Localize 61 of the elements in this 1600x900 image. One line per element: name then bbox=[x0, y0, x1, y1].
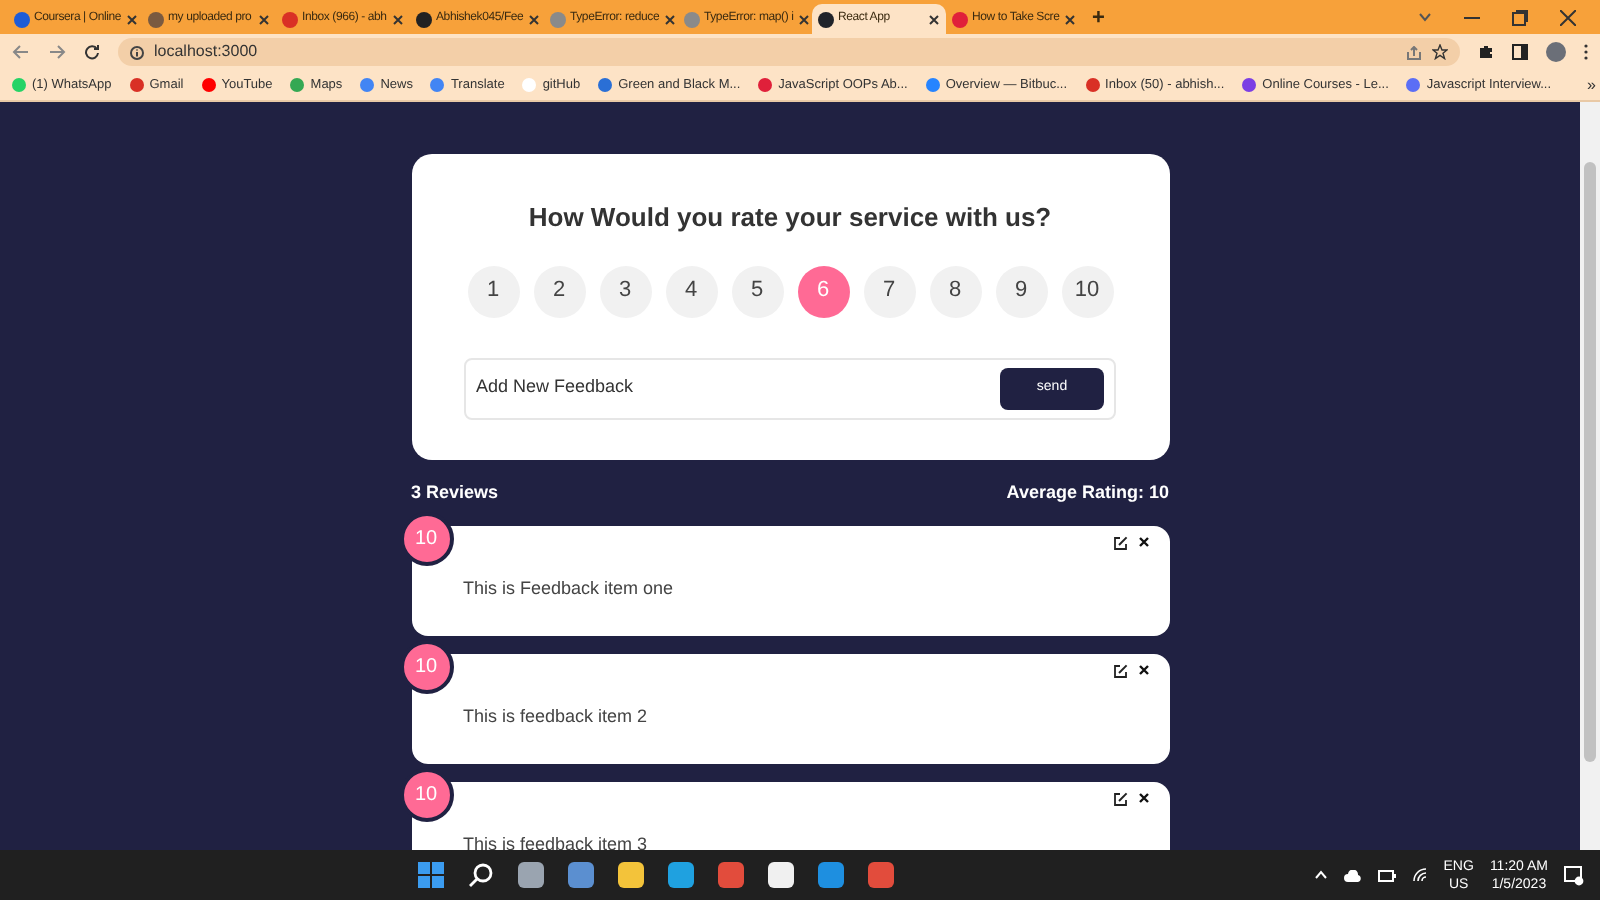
close-icon[interactable] bbox=[663, 13, 676, 25]
url-text: localhost:3000 bbox=[154, 40, 260, 64]
rating-option[interactable]: 7 bbox=[863, 265, 915, 317]
rating-option[interactable]: 10 bbox=[1061, 265, 1113, 317]
star-icon[interactable] bbox=[1432, 44, 1448, 60]
windows-logo-icon[interactable] bbox=[418, 862, 445, 888]
new-tab-button[interactable]: + bbox=[1080, 4, 1117, 34]
close-icon[interactable] bbox=[928, 13, 940, 25]
back-arrow-icon[interactable] bbox=[12, 44, 30, 60]
search-icon[interactable] bbox=[468, 862, 495, 888]
rating-option[interactable]: 9 bbox=[995, 265, 1047, 317]
close-icon[interactable] bbox=[392, 13, 404, 25]
rating-option[interactable]: 2 bbox=[533, 265, 585, 317]
app-icon[interactable] bbox=[768, 862, 795, 888]
close-icon[interactable] bbox=[1137, 664, 1149, 676]
info-icon bbox=[130, 45, 144, 59]
battery-icon[interactable] bbox=[1377, 869, 1396, 881]
edit-icon[interactable] bbox=[1113, 663, 1127, 677]
cloud-icon[interactable] bbox=[1343, 869, 1362, 881]
app-icon[interactable] bbox=[618, 862, 645, 888]
close-icon[interactable] bbox=[1137, 536, 1149, 548]
close-icon[interactable] bbox=[1063, 13, 1076, 25]
rating-option[interactable]: 1 bbox=[467, 265, 519, 317]
review-count: 3 Reviews bbox=[411, 480, 499, 506]
feedback-text: This is Feedback item one bbox=[463, 577, 674, 597]
chevron-down-icon[interactable] bbox=[1418, 12, 1432, 22]
rating-badge: 10 bbox=[399, 639, 453, 693]
app-icon[interactable] bbox=[518, 862, 545, 888]
share-icon[interactable] bbox=[1406, 45, 1422, 59]
rating-badge: 10 bbox=[399, 767, 453, 821]
edit-icon[interactable] bbox=[1113, 791, 1127, 805]
close-icon[interactable] bbox=[258, 13, 270, 25]
chevron-up-icon[interactable] bbox=[1313, 870, 1328, 880]
forward-arrow-icon[interactable] bbox=[48, 44, 66, 60]
wifi-icon[interactable] bbox=[1411, 868, 1428, 882]
minimize-icon[interactable] bbox=[1464, 15, 1480, 19]
average-rating: Average Rating: 10 bbox=[1006, 480, 1169, 506]
scrollbar[interactable] bbox=[1580, 102, 1600, 850]
rating-option[interactable]: 8 bbox=[929, 265, 981, 317]
close-icon[interactable] bbox=[1560, 9, 1576, 25]
profile-avatar[interactable] bbox=[1546, 42, 1566, 62]
card-title: How Would you rate your service with us? bbox=[528, 200, 1052, 236]
rating-option[interactable]: 5 bbox=[731, 265, 783, 317]
feedback-text: This is feedback item 2 bbox=[463, 705, 648, 725]
edit-icon[interactable] bbox=[1113, 535, 1127, 549]
close-icon[interactable] bbox=[797, 13, 810, 25]
side-panel-icon[interactable] bbox=[1512, 44, 1528, 60]
rating-option[interactable]: 4 bbox=[665, 265, 717, 317]
puzzle-icon[interactable] bbox=[1478, 44, 1494, 60]
notification-icon[interactable] bbox=[1564, 865, 1584, 885]
close-icon[interactable] bbox=[1137, 792, 1149, 804]
more-bookmarks-button[interactable]: » bbox=[1587, 73, 1596, 97]
close-icon[interactable] bbox=[125, 13, 138, 25]
address-bar[interactable]: localhost:3000 bbox=[118, 38, 1460, 66]
app-icon[interactable] bbox=[668, 862, 695, 888]
rating-option[interactable]: 3 bbox=[599, 265, 651, 317]
restore-icon[interactable] bbox=[1512, 9, 1528, 25]
reload-icon[interactable] bbox=[84, 44, 100, 60]
feedback-text: This is feedback item 3 bbox=[463, 833, 648, 850]
close-icon[interactable] bbox=[527, 13, 540, 25]
rating-badge: 10 bbox=[399, 511, 453, 565]
